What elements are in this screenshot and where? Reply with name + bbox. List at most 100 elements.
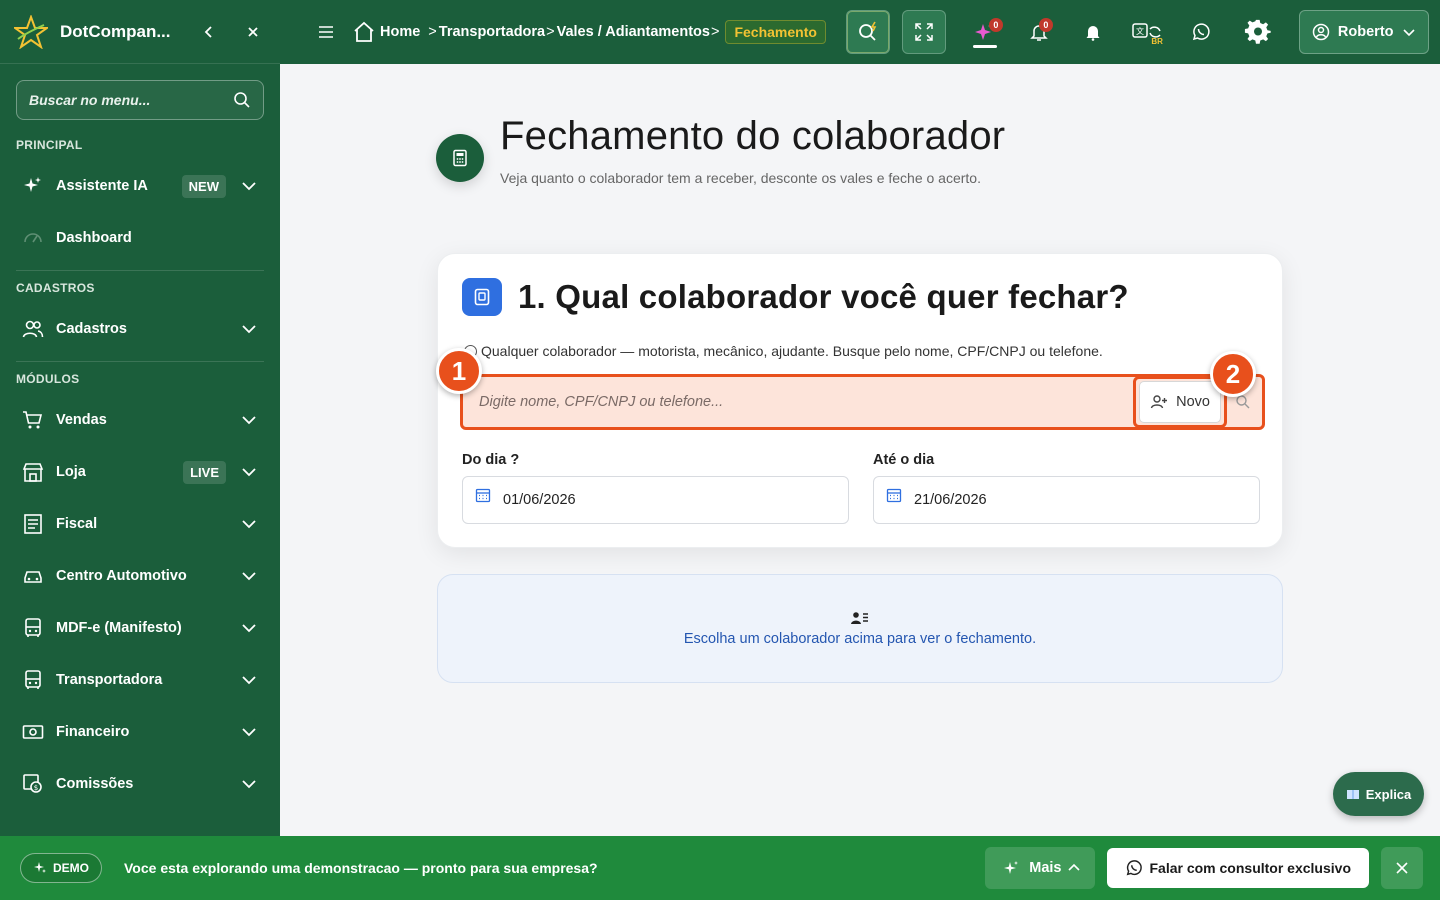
sidebar-item-fiscal[interactable]: Fiscal — [0, 498, 280, 550]
coin-icon: $ — [22, 773, 44, 795]
collapse-sidebar-button[interactable] — [196, 19, 222, 45]
step-marker-2: 2 — [1210, 351, 1256, 397]
fullscreen-button[interactable] — [901, 10, 946, 54]
chevron-down-icon — [242, 624, 256, 633]
user-list-icon — [851, 611, 868, 624]
sidebar-item-label: Financeiro — [56, 724, 130, 740]
sidebar-item-dashboard[interactable]: Dashboard — [0, 212, 280, 264]
chevron-down-icon — [242, 780, 256, 789]
live-badge: LIVE — [183, 460, 226, 484]
id-card-icon — [462, 278, 502, 316]
card-title: 1. Qual colaborador você quer fechar? — [518, 278, 1129, 315]
sidebar-item-transportadora[interactable]: Transportadora — [0, 654, 280, 706]
notifications-button[interactable]: 0 — [1017, 10, 1061, 54]
store-icon — [22, 461, 44, 483]
expand-icon — [915, 23, 933, 41]
chevron-down-icon — [242, 676, 256, 685]
user-circle-icon — [1312, 23, 1330, 41]
sidebar-item-loja[interactable]: Loja LIVE — [0, 446, 280, 498]
chevron-down-icon — [242, 520, 256, 529]
demo-text: Voce esta explorando uma demonstracao — … — [124, 860, 985, 876]
close-icon — [248, 26, 258, 37]
select-collaborator-card: 1. Qual colaborador você quer fechar? Qu… — [436, 253, 1283, 548]
menu-search-input[interactable] — [29, 92, 233, 108]
mais-button[interactable]: Mais — [985, 847, 1096, 889]
sidebar-item-cadastros[interactable]: Cadastros — [0, 303, 280, 355]
breadcrumb-separator: > — [546, 24, 555, 40]
breadcrumb: Home > Transportadora > Vales / Adiantam… — [352, 20, 826, 44]
car-icon — [22, 565, 44, 587]
demo-text-post: — pronto para sua empresa? — [399, 860, 598, 876]
breadcrumb-transportadora[interactable]: Transportadora — [439, 24, 545, 40]
bus-icon — [22, 669, 44, 691]
close-demo-button[interactable] — [1381, 847, 1423, 889]
chevron-down-icon — [1402, 29, 1415, 37]
whatsapp-button[interactable] — [1179, 10, 1223, 54]
quick-search-button[interactable] — [845, 10, 890, 54]
date-from-value: 01/06/2026 — [503, 492, 576, 508]
svg-text:$: $ — [34, 784, 38, 792]
demo-text-bold: demonstracao — [304, 860, 400, 876]
translate-button[interactable]: 文 BR — [1125, 10, 1169, 54]
users-icon — [22, 318, 44, 340]
section-cadastros: CADASTROS — [16, 281, 95, 295]
sidebar-item-vendas[interactable]: Vendas — [0, 394, 280, 446]
sidebar-item-financeiro[interactable]: Financeiro — [0, 706, 280, 758]
card-hint: Qualquer colaborador — motorista, mecâni… — [464, 343, 1103, 359]
breadcrumb-vales[interactable]: Vales / Adiantamentos — [557, 24, 710, 40]
sidebar-item-assistente-ia[interactable]: Assistente IA NEW — [0, 160, 280, 212]
consultant-label: Falar com consultor exclusivo — [1149, 860, 1351, 876]
explica-button[interactable]: Explica — [1333, 772, 1424, 816]
demo-banner: DEMO Voce esta explorando uma demonstrac… — [0, 836, 1440, 900]
card-hint-text: Qualquer colaborador — motorista, mecâni… — [481, 343, 1103, 359]
alerts-button[interactable] — [1071, 10, 1115, 54]
empty-state: Escolha um colaborador acima para ver o … — [437, 574, 1283, 683]
breadcrumb-separator: > — [710, 24, 720, 40]
star-logo-icon — [14, 14, 48, 49]
date-from-label: Do dia ? — [462, 452, 520, 468]
sidebar-item-centro-automotivo[interactable]: Centro Automotivo — [0, 550, 280, 602]
demo-badge-label: DEMO — [53, 861, 89, 875]
sidebar-header: DotCompan... — [0, 0, 280, 64]
page-subtitle: Veja quanto o colaborador tem a receber,… — [500, 170, 981, 186]
user-name: Roberto — [1337, 24, 1394, 40]
sidebar: DotCompan... PRINCIPAL Assistente IA NEW… — [0, 0, 280, 836]
breadcrumb-separator: > — [428, 24, 437, 40]
sparkles-icon — [22, 175, 44, 197]
svg-text:文: 文 — [1136, 26, 1144, 36]
sidebar-item-label: Fiscal — [56, 516, 98, 532]
page-title: Fechamento do colaborador — [500, 114, 1006, 158]
sidebar-item-label: MDF-e (Manifesto) — [56, 620, 182, 636]
menu-search — [16, 80, 264, 120]
breadcrumb-current: Fechamento — [725, 20, 826, 44]
new-badge: NEW — [181, 174, 226, 198]
user-menu-button[interactable]: Roberto — [1298, 10, 1429, 54]
chevron-down-icon — [242, 416, 256, 425]
close-sidebar-button[interactable] — [240, 19, 266, 45]
date-to-field[interactable]: 21/06/2026 — [873, 476, 1260, 524]
brand-name: DotCompan... — [60, 21, 171, 41]
cart-icon — [22, 409, 44, 431]
menu-icon[interactable] — [314, 20, 338, 44]
date-to-label: Até o dia — [873, 452, 935, 468]
talk-to-consultant-button[interactable]: Falar com consultor exclusivo — [1107, 848, 1369, 888]
ai-count-badge: 0 — [988, 18, 1003, 32]
new-collaborator-button[interactable]: Novo — [1139, 381, 1221, 423]
collaborator-search-input[interactable] — [463, 377, 1134, 427]
topbar-actions: 0 0 文 BR Roberto — [845, 10, 1429, 54]
page-header: Fechamento do colaborador Veja quanto o … — [436, 112, 1005, 186]
language-tag: BR — [1151, 37, 1163, 46]
whatsapp-icon — [1192, 23, 1210, 41]
settings-button[interactable] — [1236, 10, 1280, 54]
active-indicator — [972, 45, 997, 48]
ai-notifications-button[interactable]: 0 — [963, 10, 1007, 54]
date-from-field[interactable]: 01/06/2026 — [462, 476, 849, 524]
breadcrumb-home[interactable]: Home — [380, 24, 420, 40]
home-icon[interactable] — [352, 20, 376, 44]
calculator-icon — [436, 134, 484, 182]
sidebar-item-comissoes[interactable]: $ Comissões — [0, 758, 280, 810]
sidebar-item-label: Dashboard — [56, 230, 132, 246]
sidebar-item-mdfe[interactable]: MDF-e (Manifesto) — [0, 602, 280, 654]
sidebar-item-label: Comissões — [56, 776, 134, 792]
search-icon[interactable] — [233, 91, 251, 109]
